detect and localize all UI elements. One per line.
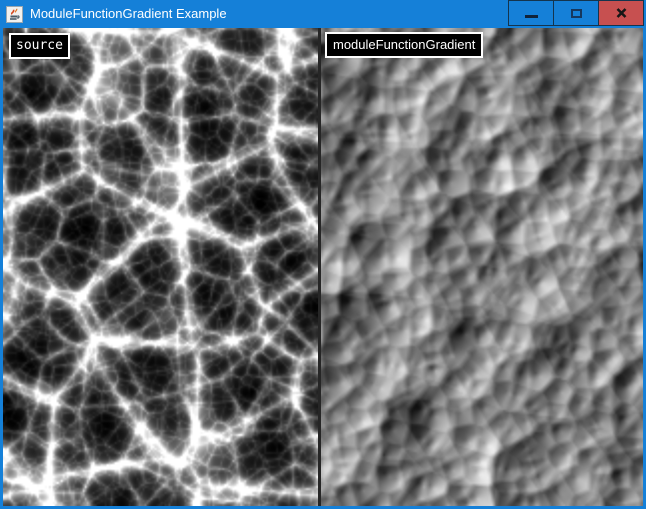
gradient-label: moduleFunctionGradient [325, 32, 483, 58]
window-title: ModuleFunctionGradient Example [30, 0, 508, 28]
gradient-panel: moduleFunctionGradient [321, 28, 643, 506]
minimize-button[interactable] [508, 0, 554, 26]
close-icon [615, 7, 628, 19]
gradient-noise-image [321, 28, 643, 506]
source-label: source [9, 33, 70, 59]
maximize-button[interactable] [553, 0, 599, 26]
source-noise-image [3, 28, 318, 506]
minimize-icon [525, 15, 538, 18]
window-controls [508, 0, 646, 26]
java-coffee-cup-icon [6, 6, 23, 23]
app-window: ModuleFunctionGradient Example source mo… [0, 0, 646, 509]
close-button[interactable] [598, 0, 644, 26]
content-area: source moduleFunctionGradient [3, 28, 643, 506]
maximize-icon [571, 9, 582, 18]
titlebar[interactable]: ModuleFunctionGradient Example [0, 0, 646, 28]
source-panel: source [3, 28, 318, 506]
